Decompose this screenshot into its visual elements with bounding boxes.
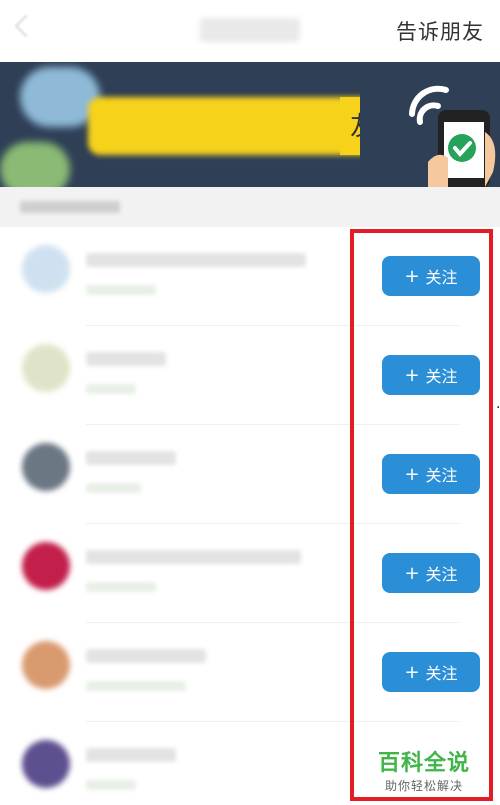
avatar[interactable] — [22, 542, 70, 590]
user-name-blurred — [86, 253, 306, 267]
user-info-blurred — [86, 384, 136, 394]
user-info-blurred — [86, 582, 156, 592]
watermark-title: 百科全说 — [378, 751, 471, 776]
highlight-box — [350, 229, 493, 801]
section-header-blurred — [0, 187, 500, 227]
user-info-blurred — [86, 780, 136, 790]
watermark-subtitle: 助你轻松解决 — [385, 779, 464, 793]
avatar[interactable] — [22, 344, 70, 392]
page-title-blurred — [200, 18, 300, 42]
tell-friends-button[interactable]: 告诉朋友 — [396, 16, 484, 46]
watermark: 百科全说 助你轻松解决 — [378, 745, 470, 794]
avatar[interactable] — [22, 740, 70, 788]
avatar[interactable] — [22, 245, 70, 293]
avatar[interactable] — [22, 443, 70, 491]
invite-banner[interactable]: 友 — [0, 62, 500, 187]
avatar[interactable] — [22, 641, 70, 689]
user-info-blurred — [86, 681, 186, 691]
user-info-blurred — [86, 483, 141, 493]
user-name-blurred — [86, 451, 176, 465]
back-icon[interactable] — [14, 14, 38, 38]
stray-dot: . — [496, 396, 500, 412]
user-name-blurred — [86, 649, 206, 663]
phone-check-illustration — [360, 62, 500, 187]
user-name-blurred — [86, 352, 166, 366]
top-bar: 告诉朋友 — [0, 0, 500, 62]
user-name-blurred — [86, 550, 301, 564]
user-info-blurred — [86, 285, 156, 295]
user-name-blurred — [86, 748, 176, 762]
